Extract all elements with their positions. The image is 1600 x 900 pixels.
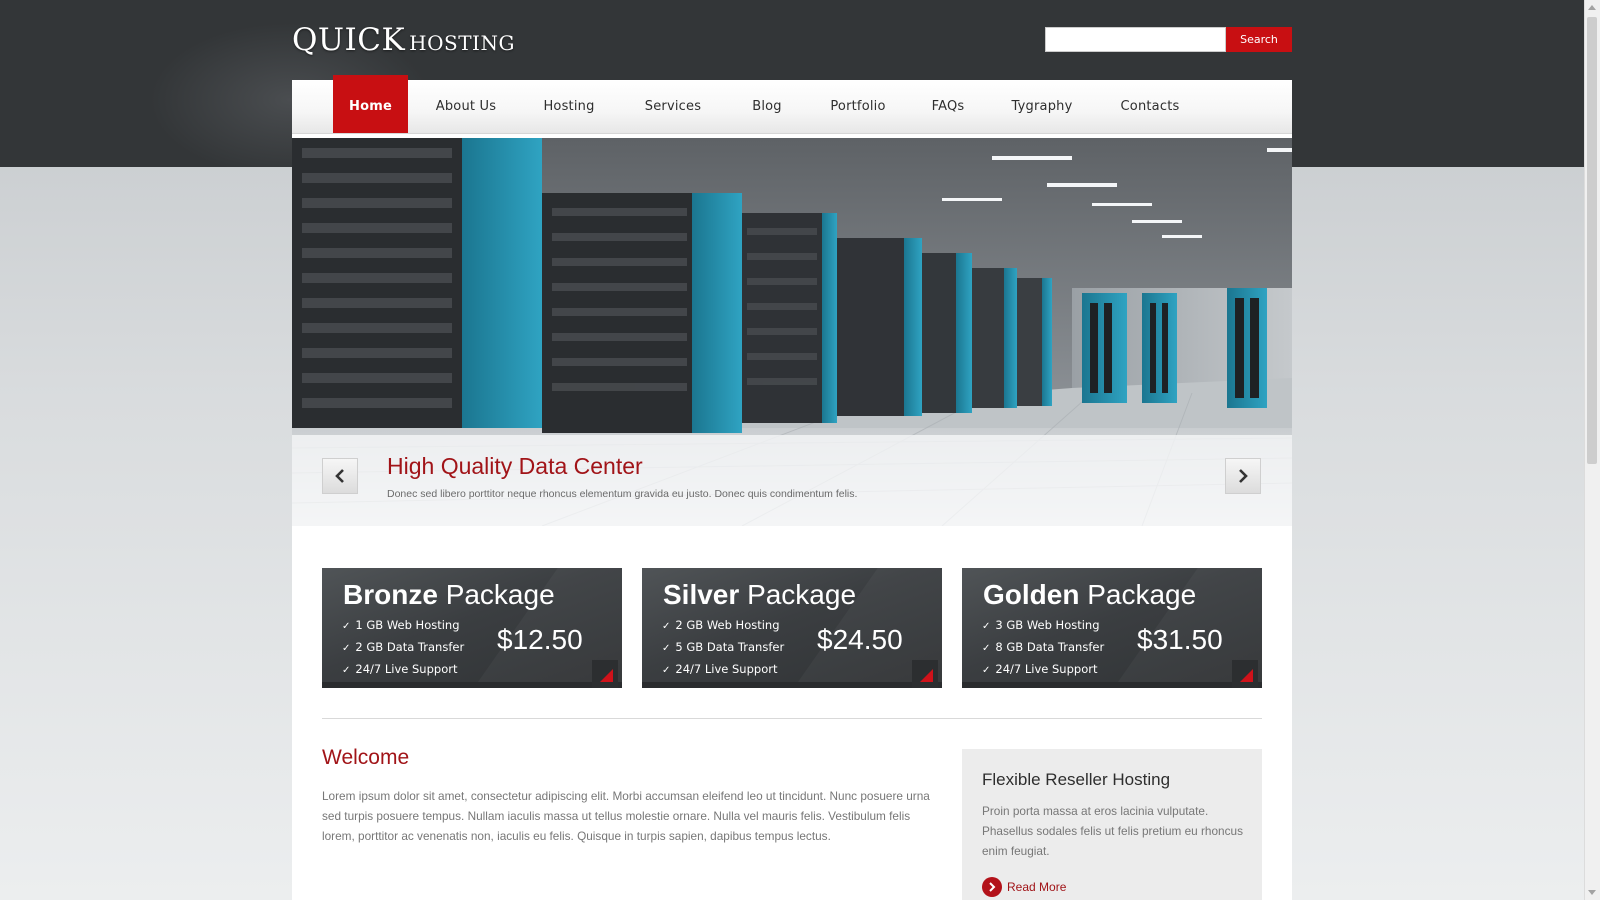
- feature-label: 3 GB Web Hosting: [995, 618, 1100, 632]
- card-bottom-strip: [642, 682, 942, 688]
- nav-item-services[interactable]: Services: [634, 80, 712, 134]
- feature-item: ✓ 24/7 Live Support: [662, 659, 784, 681]
- search-button[interactable]: Search: [1226, 27, 1292, 52]
- feature-label: 24/7 Live Support: [675, 662, 778, 676]
- feature-item: ✓ 3 GB Web Hosting: [982, 615, 1104, 637]
- package-card-bronze: Bronze Package ✓ 1 GB Web Hosting ✓ 2 GB D…: [322, 568, 622, 688]
- nav-item-faqs[interactable]: FAQs: [920, 80, 976, 134]
- nav-item-about-us[interactable]: About Us: [428, 80, 504, 134]
- package-price: $12.50: [497, 624, 583, 655]
- reseller-box: Flexible Reseller Hosting Proin porta ma…: [962, 749, 1262, 900]
- package-card-silver: Silver Package ✓ 2 GB Web Hosting ✓ 5 GB D…: [642, 568, 942, 688]
- vertical-scrollbar[interactable]: [1584, 0, 1600, 900]
- package-title: Bronze Package: [343, 579, 555, 611]
- package-name: Golden: [983, 579, 1080, 610]
- slide-title: High Quality Data Center: [387, 453, 643, 479]
- main-nav: Home About Us Hosting Services Blog Port…: [292, 75, 1292, 134]
- card-bottom-strip: [322, 682, 622, 688]
- search-input[interactable]: [1045, 27, 1226, 52]
- chevron-left-icon: [335, 469, 344, 483]
- site-logo[interactable]: QUICK HOSTING: [292, 22, 515, 58]
- package-suffix: Package: [445, 579, 555, 610]
- slide-description: Donec sed libero porttitor neque rhoncus…: [387, 488, 858, 500]
- check-icon: ✓: [662, 643, 671, 654]
- check-icon: ✓: [662, 621, 671, 632]
- package-suffix: Package: [747, 579, 857, 610]
- reseller-title: Flexible Reseller Hosting: [982, 770, 1171, 789]
- section-divider: [322, 718, 1262, 719]
- logo-sub-text: HOSTING: [409, 31, 515, 55]
- package-more-button[interactable]: [592, 660, 618, 688]
- check-icon: ✓: [982, 643, 991, 654]
- slider-next-button[interactable]: [1225, 458, 1261, 494]
- reseller-text: Proin porta massa at eros lacinia vulput…: [982, 804, 1243, 858]
- check-icon: ✓: [342, 665, 351, 676]
- nav-item-home[interactable]: Home: [333, 75, 408, 133]
- scroll-up-icon[interactable]: [1588, 5, 1596, 10]
- corner-arrow-icon: [600, 669, 613, 682]
- check-icon: ✓: [342, 621, 351, 632]
- check-icon: ✓: [662, 665, 671, 676]
- package-price: $24.50: [817, 624, 903, 655]
- package-card-golden: Golden Package ✓ 3 GB Web Hosting ✓ 8 GB D…: [962, 568, 1262, 688]
- feature-item: ✓ 24/7 Live Support: [342, 659, 464, 681]
- package-more-button[interactable]: [912, 660, 938, 688]
- chevron-right-circle-icon: [982, 877, 1002, 897]
- feature-item: ✓ 2 GB Web Hosting: [662, 615, 784, 637]
- slider-prev-button[interactable]: [322, 458, 358, 494]
- feature-item: ✓ 8 GB Data Transfer: [982, 637, 1104, 659]
- package-price: $31.50: [1137, 624, 1223, 655]
- read-more-link[interactable]: Read More: [982, 877, 1066, 897]
- nav-item-tygraphy[interactable]: Tygraphy: [1000, 80, 1084, 134]
- package-features: ✓ 1 GB Web Hosting ✓ 2 GB Data Transfer ✓ 2…: [342, 615, 464, 681]
- feature-label: 8 GB Data Transfer: [995, 640, 1105, 654]
- check-icon: ✓: [342, 643, 351, 654]
- scroll-thumb[interactable]: [1587, 17, 1597, 464]
- slide-caption: High Quality Data Center Donec sed liber…: [292, 435, 1292, 526]
- scroll-down-icon[interactable]: [1588, 890, 1596, 895]
- welcome-title: Welcome: [322, 746, 410, 769]
- package-features: ✓ 3 GB Web Hosting ✓ 8 GB Data Transfer ✓ 2…: [982, 615, 1104, 681]
- corner-arrow-icon: [1240, 669, 1253, 682]
- package-features: ✓ 2 GB Web Hosting ✓ 5 GB Data Transfer ✓ 2…: [662, 615, 784, 681]
- package-suffix: Package: [1087, 579, 1197, 610]
- read-more-label: Read More: [1007, 880, 1067, 894]
- package-title: Silver Package: [663, 579, 856, 611]
- feature-label: 24/7 Live Support: [355, 662, 458, 676]
- feature-item: ✓ 2 GB Data Transfer: [342, 637, 464, 659]
- feature-label: 2 GB Data Transfer: [355, 640, 465, 654]
- page-container: Home About Us Hosting Services Blog Port…: [292, 75, 1292, 900]
- corner-arrow-icon: [920, 669, 933, 682]
- package-more-button[interactable]: [1232, 660, 1258, 688]
- feature-label: 24/7 Live Support: [995, 662, 1098, 676]
- feature-item: ✓ 24/7 Live Support: [982, 659, 1104, 681]
- feature-item: ✓ 1 GB Web Hosting: [342, 615, 464, 637]
- nav-item-blog[interactable]: Blog: [739, 80, 795, 134]
- package-name: Silver: [663, 579, 740, 610]
- logo-main-text: QUICK: [292, 22, 406, 58]
- welcome-text: Lorem ipsum dolor sit amet, consectetur …: [322, 789, 930, 843]
- nav-item-portfolio[interactable]: Portfolio: [818, 80, 898, 134]
- feature-item: ✓ 5 GB Data Transfer: [662, 637, 784, 659]
- package-name: Bronze: [343, 579, 438, 610]
- card-bottom-strip: [962, 682, 1262, 688]
- package-title: Golden Package: [983, 579, 1196, 611]
- nav-item-hosting[interactable]: Hosting: [532, 80, 606, 134]
- feature-label: 5 GB Data Transfer: [675, 640, 785, 654]
- feature-label: 2 GB Web Hosting: [675, 618, 780, 632]
- nav-item-contacts[interactable]: Contacts: [1110, 80, 1190, 134]
- check-icon: ✓: [982, 665, 991, 676]
- hero-slider: High Quality Data Center Donec sed liber…: [292, 138, 1292, 526]
- chevron-right-icon: [1239, 469, 1248, 483]
- check-icon: ✓: [982, 621, 991, 632]
- feature-label: 1 GB Web Hosting: [355, 618, 460, 632]
